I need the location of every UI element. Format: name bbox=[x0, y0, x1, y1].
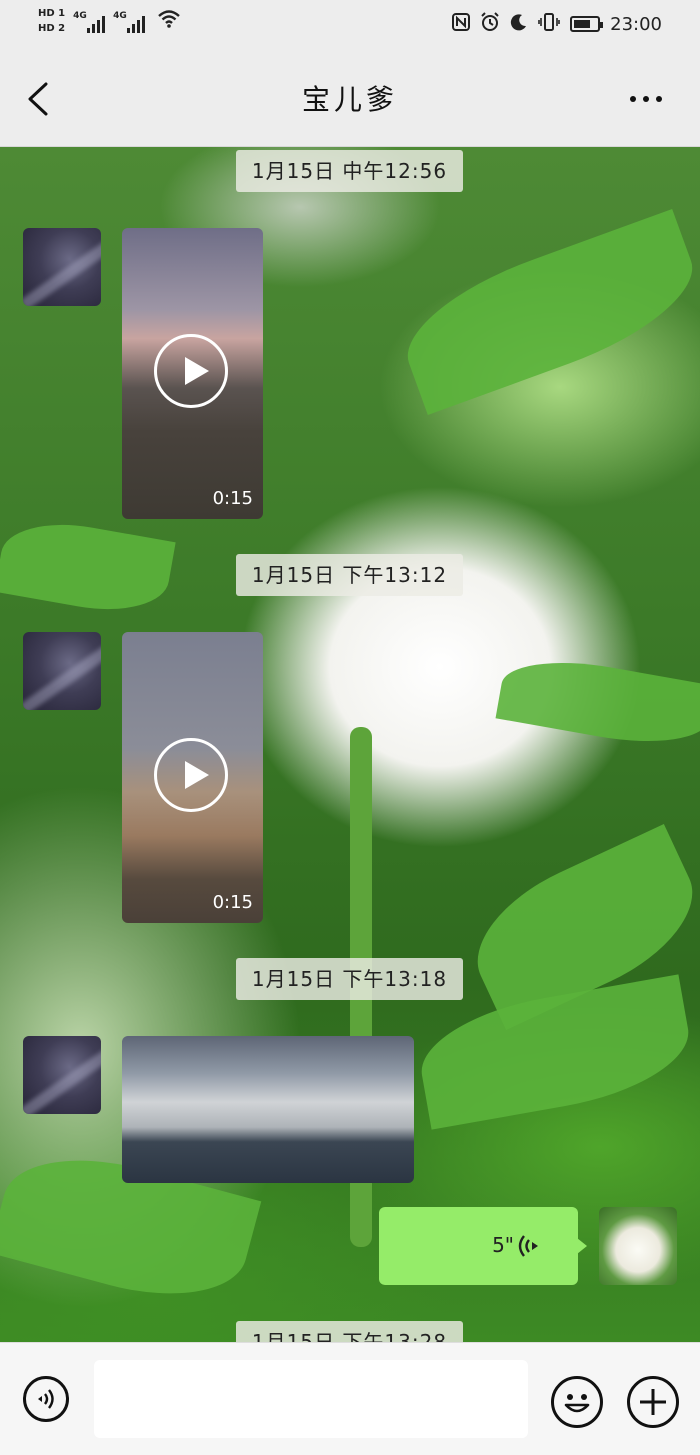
chat-title: 宝儿爹 bbox=[301, 83, 398, 116]
emoji-button[interactable] bbox=[551, 1376, 603, 1428]
message-input[interactable] bbox=[94, 1360, 528, 1438]
plus-button[interactable] bbox=[627, 1376, 679, 1428]
timestamp: 1月15日 下午13:12 bbox=[236, 554, 463, 596]
vibrate-icon bbox=[538, 12, 560, 36]
status-left: HD 1 HD 2 4G 4G bbox=[38, 8, 181, 35]
chat-header: 宝儿爹 bbox=[0, 52, 700, 147]
voice-input-button[interactable] bbox=[23, 1376, 69, 1422]
voice-duration: 5" bbox=[492, 1233, 514, 1257]
timestamp: 1月15日 下午13:28 bbox=[236, 1321, 463, 1342]
my-avatar[interactable] bbox=[599, 1207, 677, 1285]
network-type-1: 4G bbox=[73, 10, 87, 21]
voice-wave-icon bbox=[518, 1235, 538, 1257]
play-icon[interactable] bbox=[154, 334, 228, 408]
contact-avatar[interactable] bbox=[23, 228, 101, 306]
timestamp: 1月15日 下午13:18 bbox=[236, 958, 463, 1000]
wallpaper-leaf bbox=[495, 649, 700, 755]
plus-icon bbox=[640, 1389, 666, 1415]
emoji-icon bbox=[564, 1394, 590, 1413]
input-bar bbox=[0, 1342, 700, 1455]
do-not-disturb-icon bbox=[510, 13, 528, 35]
video-message[interactable]: 0:15 bbox=[122, 228, 263, 519]
nfc-icon bbox=[452, 13, 471, 35]
voice-input-icon bbox=[38, 1389, 54, 1409]
alarm-icon bbox=[480, 12, 500, 36]
video-message[interactable]: 0:15 bbox=[122, 632, 263, 923]
image-message[interactable] bbox=[122, 1036, 414, 1183]
network-type-2: 4G bbox=[113, 10, 127, 21]
voice-message[interactable]: 5" bbox=[379, 1207, 587, 1285]
contact-avatar[interactable] bbox=[23, 1036, 101, 1114]
status-right: 23:00 bbox=[452, 12, 662, 36]
signal-icon: 4G bbox=[113, 10, 146, 33]
status-time: 23:00 bbox=[610, 13, 662, 35]
sim2-indicator: HD 2 bbox=[38, 23, 66, 34]
sim1-indicator: HD 1 bbox=[38, 8, 66, 19]
wallpaper-leaf bbox=[390, 209, 700, 415]
battery-icon bbox=[570, 16, 604, 32]
wifi-icon bbox=[157, 9, 181, 34]
contact-avatar[interactable] bbox=[23, 632, 101, 710]
wallpaper-leaf bbox=[0, 512, 176, 622]
chat-area[interactable]: 1月15日 中午12:56 0:15 1月15日 下午13:12 0:15 1月… bbox=[0, 147, 700, 1342]
video-duration: 0:15 bbox=[212, 488, 253, 509]
timestamp: 1月15日 中午12:56 bbox=[236, 150, 463, 192]
more-dots-icon bbox=[630, 96, 636, 102]
signal-icon: 4G bbox=[73, 10, 106, 33]
video-duration: 0:15 bbox=[212, 892, 253, 913]
status-bar: HD 1 HD 2 4G 4G 23:00 bbox=[0, 0, 700, 52]
more-button[interactable] bbox=[630, 96, 662, 102]
play-icon[interactable] bbox=[154, 738, 228, 812]
